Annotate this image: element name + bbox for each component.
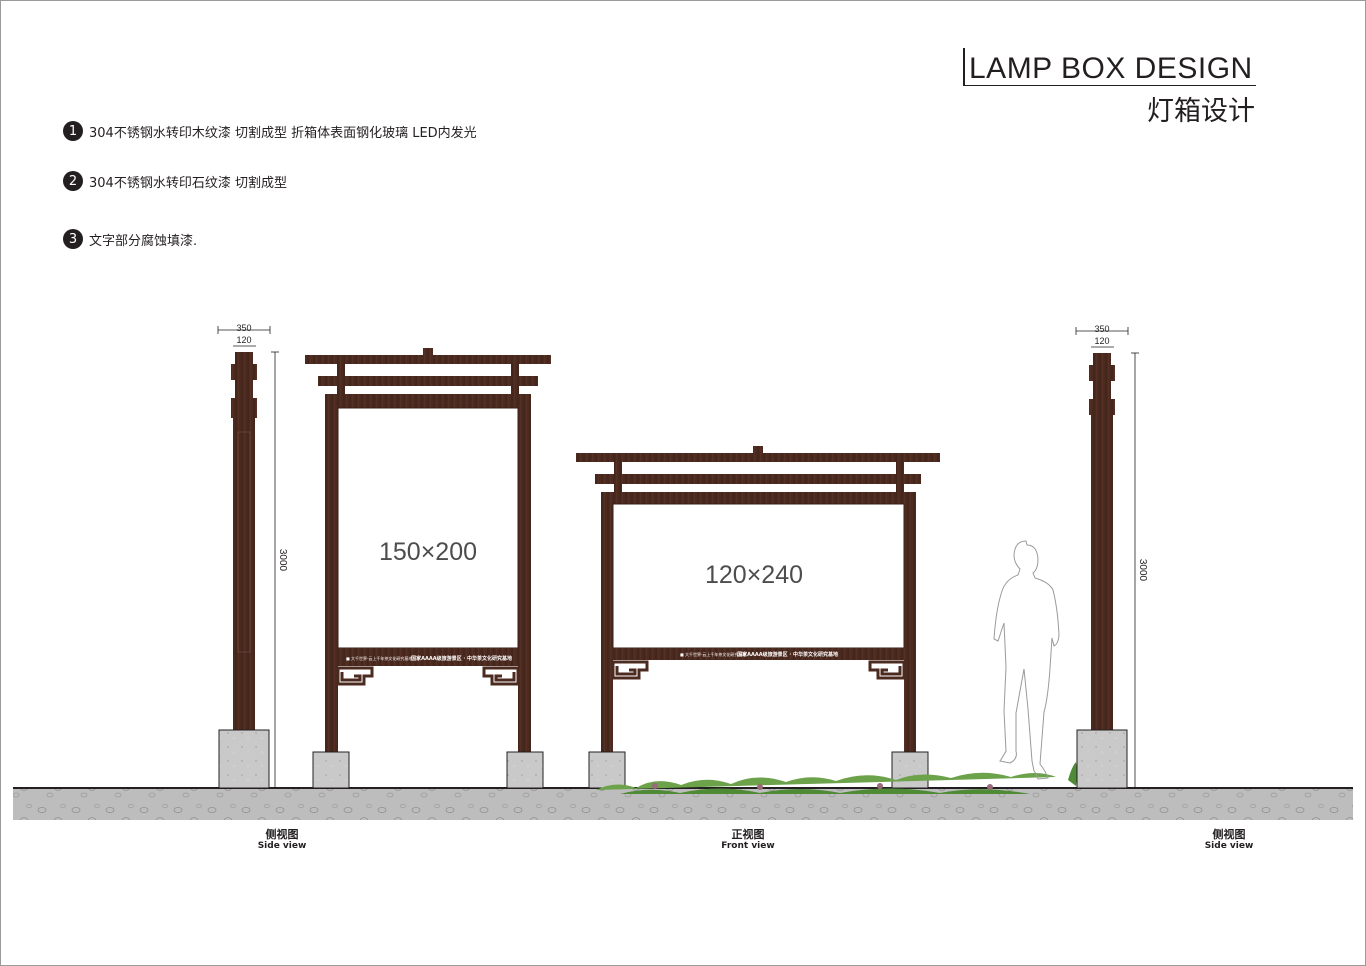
beam-spacer xyxy=(896,462,904,474)
human-scale-figure xyxy=(993,540,1060,780)
plant-sprig xyxy=(1068,762,1077,786)
post-neck xyxy=(1093,381,1111,399)
stone-base xyxy=(312,751,350,789)
right-side-post: 350 120 3000 xyxy=(1075,324,1148,789)
flower xyxy=(877,783,883,789)
left-side-post: 350 120 3000 xyxy=(217,323,288,789)
dim-label-350: 350 xyxy=(236,323,251,333)
panel-size-label: 120×240 xyxy=(705,561,803,589)
view-label-right: 侧视图 Side view xyxy=(1169,828,1289,852)
fret-bracket-left xyxy=(336,666,374,686)
stone-base xyxy=(218,729,270,789)
view-label-en: Side view xyxy=(1204,841,1254,851)
dim-label-120: 120 xyxy=(236,335,251,345)
lintel xyxy=(601,492,916,504)
height-dim-label: 3000 xyxy=(277,549,288,572)
left-leg xyxy=(325,394,338,752)
fret-bracket-left xyxy=(611,660,649,680)
stone-base xyxy=(891,751,929,789)
panel-size-label: 150×200 xyxy=(379,538,477,566)
view-label-cn: 正视图 xyxy=(731,828,765,841)
stone-base xyxy=(1076,729,1128,789)
beam-spacer xyxy=(337,386,345,394)
post-shaft xyxy=(1091,415,1113,730)
mid-beam xyxy=(595,474,921,484)
person-outline xyxy=(993,540,1060,780)
beam-spacer xyxy=(511,364,519,376)
ridge-block xyxy=(423,348,433,356)
post-collar xyxy=(231,398,257,418)
dim-label-350: 350 xyxy=(1094,324,1109,334)
post-collar xyxy=(1089,365,1115,381)
left-leg xyxy=(601,492,613,752)
fret-bracket-right xyxy=(868,660,906,680)
stone-base xyxy=(588,751,626,789)
view-label-center: 正视图 Front view xyxy=(688,828,808,852)
view-label-left: 侧视图 Side view xyxy=(222,828,342,852)
post-neck xyxy=(235,380,253,398)
ridge-block xyxy=(753,446,763,454)
right-leg xyxy=(904,492,916,752)
view-label-cn: 侧视图 xyxy=(265,828,299,841)
post-band xyxy=(233,418,255,430)
elevation-drawing: 350 120 3000 150×200 ■ 大千世界·云上千年茶文化研究基地 … xyxy=(13,323,1353,820)
post-collar xyxy=(1089,399,1115,415)
lintel xyxy=(325,394,531,408)
beam-spacer xyxy=(896,484,904,492)
wide-board: 120×240 ■ 大千世界·云上千年茶文化研究基地 国家AAAA级旅游景区 ·… xyxy=(576,446,940,789)
display-panel xyxy=(337,407,519,649)
dim-label-120: 120 xyxy=(1094,336,1109,346)
beam-spacer xyxy=(511,386,519,394)
beam-spacer xyxy=(614,462,622,474)
view-label-cn: 侧视图 xyxy=(1212,828,1246,841)
tall-board: 150×200 ■ 大千世界·云上千年茶文化研究基地 国家AAAA级旅游景区 ·… xyxy=(305,348,551,789)
height-dim-label: 3000 xyxy=(1137,559,1148,582)
beam-spacer xyxy=(337,364,345,376)
flower xyxy=(652,783,658,789)
beam-spacer xyxy=(614,484,622,492)
fret-bracket-right xyxy=(482,666,520,686)
top-beam xyxy=(305,355,551,364)
view-label-en: Front view xyxy=(721,841,775,851)
top-beam xyxy=(576,453,940,462)
flower xyxy=(757,784,763,790)
flower xyxy=(987,784,993,790)
post-cap xyxy=(1093,353,1111,365)
right-leg xyxy=(518,394,531,752)
mid-beam xyxy=(318,376,538,386)
strip-text-right: 国家AAAA级旅游景区 · 中华茶文化研究基地 xyxy=(737,651,838,658)
view-label-en: Side view xyxy=(257,841,307,851)
post-collar xyxy=(231,364,257,380)
post-shaft xyxy=(233,430,255,730)
strip-text-right: 国家AAAA级旅游景区 · 中华茶文化研究基地 xyxy=(411,655,512,662)
stone-base xyxy=(506,751,544,789)
strip-text-left: ■ 大千世界·云上千年茶文化研究基地 xyxy=(346,655,412,661)
post-cap xyxy=(235,352,253,364)
